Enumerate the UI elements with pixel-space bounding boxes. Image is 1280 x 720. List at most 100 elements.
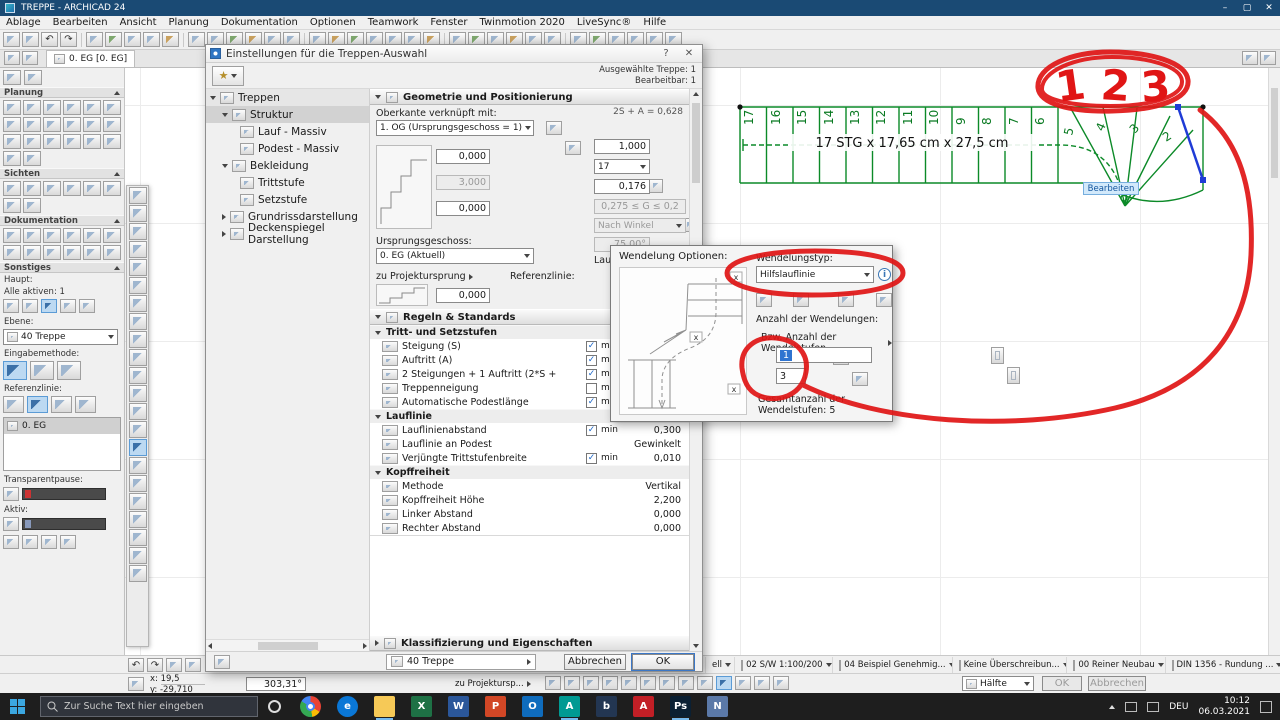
- reference-line-icon[interactable]: [51, 396, 72, 413]
- toolbox-icon[interactable]: [129, 457, 147, 474]
- tool-icon[interactable]: [83, 100, 101, 115]
- toolbox-icon[interactable]: [129, 421, 147, 438]
- oberkante-dropdown[interactable]: 1. OG (Ursprungsgeschoss = 1): [376, 120, 534, 136]
- top-offset-field[interactable]: 0,000: [436, 149, 490, 164]
- slider-handle[interactable]: [25, 490, 31, 498]
- acrobat-icon[interactable]: A: [633, 696, 654, 717]
- winder-option-icon[interactable]: [756, 293, 772, 307]
- checkbox[interactable]: ✓: [586, 355, 597, 366]
- notepad-icon[interactable]: N: [707, 696, 728, 717]
- chrome-icon[interactable]: [300, 696, 321, 717]
- snap-icon[interactable]: [545, 676, 561, 690]
- angle-field[interactable]: 303,31°: [246, 677, 306, 691]
- scrollbar-thumb[interactable]: [1271, 88, 1278, 178]
- close-button[interactable]: ✕: [1258, 0, 1280, 16]
- tool-icon[interactable]: [3, 181, 21, 196]
- snap-icon[interactable]: [564, 676, 580, 690]
- zoom-icon[interactable]: [185, 658, 201, 672]
- classification-section-header[interactable]: Klassifizierung und Eigenschaften: [370, 635, 689, 651]
- wendelstufen-field[interactable]: 3: [776, 368, 806, 384]
- redo-icon[interactable]: ↷: [60, 32, 77, 47]
- story-tab[interactable]: 0. EG [0. EG]: [46, 50, 135, 67]
- snap-icon[interactable]: [640, 676, 656, 690]
- snap-icon[interactable]: [659, 676, 675, 690]
- minimize-button[interactable]: –: [1214, 0, 1236, 16]
- network-icon[interactable]: [1125, 702, 1137, 712]
- toolbox-icon[interactable]: [129, 385, 147, 402]
- tool-icon[interactable]: [83, 228, 101, 243]
- rule-value[interactable]: Vertikal: [625, 481, 681, 492]
- link-toggle-icon[interactable]: [546, 121, 562, 135]
- projektursprung-field[interactable]: 0,000: [436, 288, 490, 303]
- tab-options-icon[interactable]: [1260, 51, 1276, 65]
- layout-icon[interactable]: [4, 51, 20, 65]
- menu-bearbeiten[interactable]: Bearbeiten: [47, 17, 114, 28]
- link-toggle-icon[interactable]: [565, 141, 581, 155]
- menu-hilfe[interactable]: Hilfe: [637, 17, 672, 28]
- laufbreite-field[interactable]: 1,000: [594, 139, 650, 154]
- tool-icon[interactable]: [23, 134, 41, 149]
- quick-option-bemassung[interactable]: DIN 1356 - Rundung ...: [1165, 657, 1280, 673]
- word-icon[interactable]: W: [448, 696, 469, 717]
- projektursprung-tracker-label[interactable]: zu Projektursp...: [455, 679, 531, 689]
- menu-optionen[interactable]: Optionen: [304, 17, 362, 28]
- steigung-field[interactable]: 0,176: [594, 179, 650, 194]
- checkbox[interactable]: ✓: [586, 341, 597, 352]
- checkbox[interactable]: ✓: [586, 453, 597, 464]
- toolbox-icon[interactable]: [129, 313, 147, 330]
- rule-value[interactable]: Gewinkelt: [625, 439, 681, 450]
- tool-icon[interactable]: [63, 134, 81, 149]
- toolbox-icon[interactable]: [129, 511, 147, 528]
- geometry-section-header[interactable]: Geometrie und Positionierung: [370, 89, 689, 105]
- cortana-icon[interactable]: [268, 700, 281, 713]
- active-slider[interactable]: [22, 518, 106, 530]
- rule-value[interactable]: 0,000: [625, 523, 681, 534]
- favorite-save-icon[interactable]: [214, 655, 230, 669]
- tool-icon[interactable]: [3, 245, 21, 260]
- rule-value[interactable]: 0,300: [625, 425, 681, 436]
- snap-icon[interactable]: [678, 676, 694, 690]
- subsection-kopffreiheit[interactable]: Kopffreiheit: [370, 465, 689, 479]
- list-item[interactable]: 0. EG: [4, 418, 120, 434]
- ursprung-dropdown[interactable]: 0. EG (Aktuell): [376, 248, 534, 264]
- reference-line-icon[interactable]: [75, 396, 96, 413]
- winder-option-icon[interactable]: [838, 293, 854, 307]
- checkbox[interactable]: ✓: [586, 397, 597, 408]
- tool-icon[interactable]: [103, 245, 121, 260]
- tool-icon[interactable]: [83, 117, 101, 132]
- undo-icon[interactable]: ↶: [41, 32, 58, 47]
- scrollbar-thumb[interactable]: [258, 642, 318, 650]
- filter-icon[interactable]: [22, 299, 38, 313]
- menu-dokumentation[interactable]: Dokumentation: [215, 17, 304, 28]
- outlook-icon[interactable]: O: [522, 696, 543, 717]
- tool-icon[interactable]: [43, 134, 61, 149]
- archicad-icon[interactable]: A: [559, 696, 580, 717]
- tool-icon[interactable]: [83, 134, 101, 149]
- toolbox-icon[interactable]: [129, 529, 147, 546]
- canvas-vertical-scrollbar[interactable]: [1268, 68, 1280, 655]
- transparency-slider[interactable]: [22, 488, 106, 500]
- tool-icon[interactable]: [103, 117, 121, 132]
- tool-icon[interactable]: [63, 117, 81, 132]
- info-icon[interactable]: i: [878, 268, 891, 281]
- tool-icon[interactable]: [43, 181, 61, 196]
- tree-item-deckenspiegel[interactable]: Deckenspiegel Darstellung: [206, 225, 369, 242]
- volume-icon[interactable]: [1147, 702, 1159, 712]
- toolbar-icon[interactable]: [22, 32, 39, 47]
- checkbox[interactable]: ✓: [586, 369, 597, 380]
- link-icon[interactable]: [991, 347, 1004, 364]
- pen-icon[interactable]: [3, 487, 19, 501]
- snap-icon[interactable]: [602, 676, 618, 690]
- bearbeiten-button[interactable]: Bearbeiten: [1083, 182, 1139, 195]
- tool-icon[interactable]: [63, 245, 81, 260]
- toolbox-icon[interactable]: [129, 241, 147, 258]
- close-icon[interactable]: ✕: [680, 47, 698, 61]
- tool-icon[interactable]: [23, 228, 41, 243]
- projektursprung-label[interactable]: zu Projektursprung: [376, 271, 473, 282]
- palette-group-planung[interactable]: Planung: [0, 87, 124, 98]
- ok-button[interactable]: OK: [632, 654, 694, 670]
- toolbar-icon[interactable]: [105, 32, 122, 47]
- input-method-icon[interactable]: [3, 361, 27, 380]
- toolbox-icon[interactable]: [129, 565, 147, 582]
- palette-option-icon[interactable]: [3, 535, 19, 549]
